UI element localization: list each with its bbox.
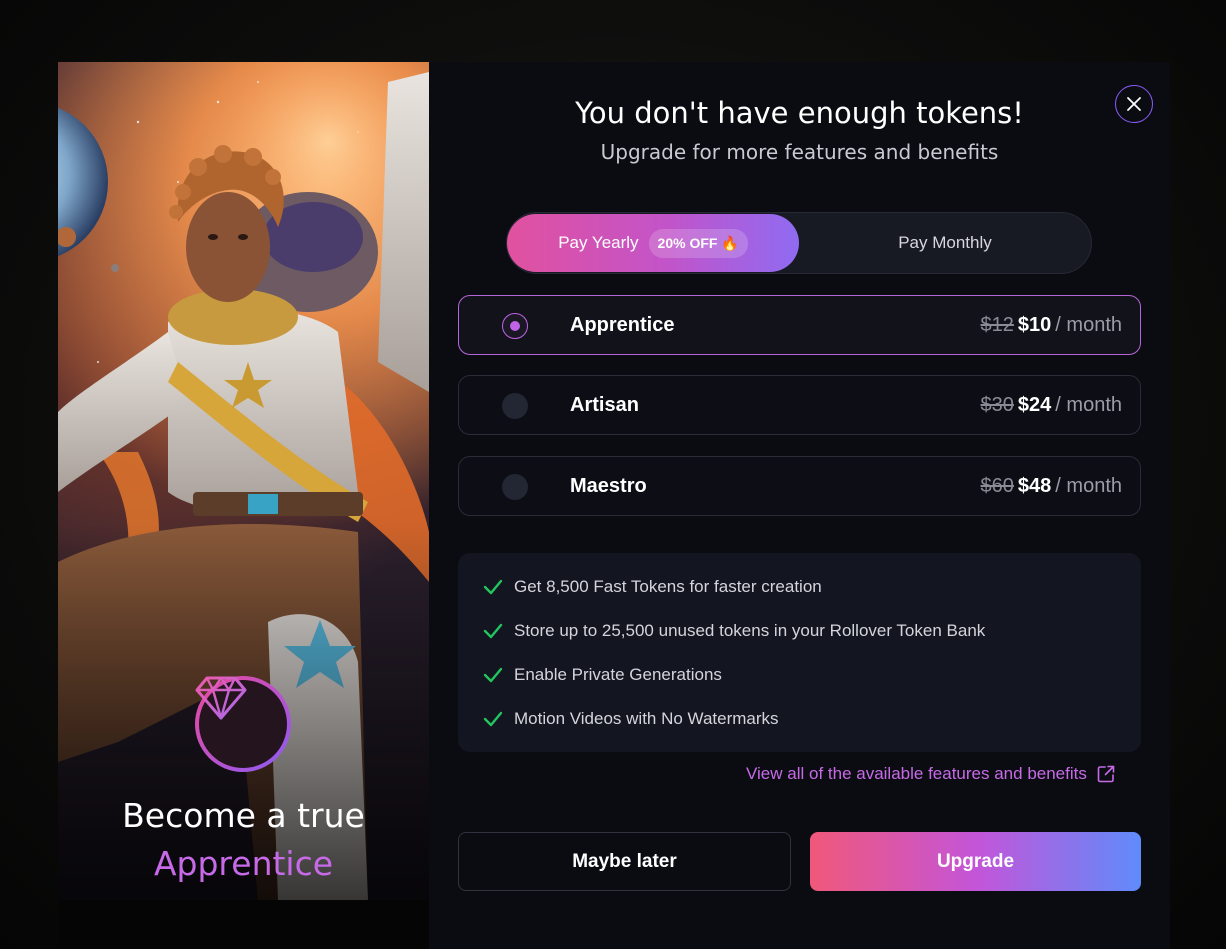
check-icon <box>483 711 503 727</box>
feature-text: Store up to 25,500 unused tokens in your… <box>514 621 986 640</box>
modal-title: You don't have enough tokens! <box>575 96 1024 130</box>
plan-period: / month <box>1055 475 1122 497</box>
hero-illustration: Become a true Apprentice <box>58 62 429 900</box>
modal-subtitle: Upgrade for more features and benefits <box>600 140 999 164</box>
plan-old-price: $60 <box>980 475 1014 497</box>
feature-text: Get 8,500 Fast Tokens for faster creatio… <box>514 577 822 596</box>
diamond-icon <box>195 676 247 720</box>
view-all-features-link[interactable]: View all of the available features and b… <box>746 764 1116 784</box>
pay-yearly-label: Pay Yearly <box>558 233 639 252</box>
plan-new-price: $24 <box>1017 394 1052 416</box>
plan-period: / month <box>1055 314 1122 336</box>
check-icon <box>483 623 503 639</box>
plan-name: Artisan <box>570 394 639 416</box>
plan-name: Maestro <box>570 475 647 497</box>
feature-item: Get 8,500 Fast Tokens for faster creatio… <box>482 575 822 599</box>
plan-period: / month <box>1055 394 1122 416</box>
upgrade-modal: Become a true Apprentice You don't have … <box>58 62 1170 949</box>
hero-heading-line1: Become a true <box>122 796 365 835</box>
plan-price: $30 $24/ month <box>981 376 1122 434</box>
plan-radio[interactable] <box>502 313 528 339</box>
hero-heading-plan: Apprentice <box>153 844 334 883</box>
check-icon <box>483 667 503 683</box>
view-all-features-text: View all of the available features and b… <box>746 764 1087 783</box>
plan-name: Apprentice <box>570 314 675 336</box>
feature-text: Motion Videos with No Watermarks <box>514 709 779 728</box>
plan-new-price: $48 <box>1017 475 1052 497</box>
plan-option-artisan[interactable]: Artisan $30 $24/ month <box>458 375 1141 435</box>
astronaut-art <box>58 62 429 900</box>
plan-old-price: $30 <box>980 394 1014 416</box>
diamond-badge <box>195 676 291 772</box>
plan-radio[interactable] <box>502 393 528 419</box>
features-list: Get 8,500 Fast Tokens for faster creatio… <box>458 553 1141 752</box>
feature-item: Store up to 25,500 unused tokens in your… <box>482 619 985 643</box>
pay-yearly-option[interactable]: Pay Yearly 20% OFF 🔥 <box>507 214 799 272</box>
plan-price: $60 $48/ month <box>981 457 1122 515</box>
plan-option-apprentice[interactable]: Apprentice $12 $10/ month <box>458 295 1141 355</box>
plan-old-price: $12 <box>980 314 1014 336</box>
discount-badge: 20% OFF 🔥 <box>648 228 748 258</box>
feature-item: Enable Private Generations <box>482 663 722 687</box>
feature-text: Enable Private Generations <box>514 665 722 684</box>
pay-monthly-label: Pay Monthly <box>898 233 992 252</box>
external-link-icon <box>1097 765 1115 783</box>
plan-option-maestro[interactable]: Maestro $60 $48/ month <box>458 456 1141 516</box>
pay-monthly-option[interactable]: Pay Monthly <box>799 214 1091 272</box>
plan-radio[interactable] <box>502 474 528 500</box>
check-icon <box>483 579 503 595</box>
hero-bottom-strip <box>58 900 429 949</box>
maybe-later-button[interactable]: Maybe later <box>458 832 791 891</box>
upgrade-button[interactable]: Upgrade <box>810 832 1141 891</box>
feature-item: Motion Videos with No Watermarks <box>482 707 779 731</box>
plan-price: $12 $10/ month <box>981 296 1122 354</box>
plan-new-price: $10 <box>1017 314 1052 336</box>
billing-toggle: Pay Yearly 20% OFF 🔥 Pay Monthly <box>506 212 1092 274</box>
